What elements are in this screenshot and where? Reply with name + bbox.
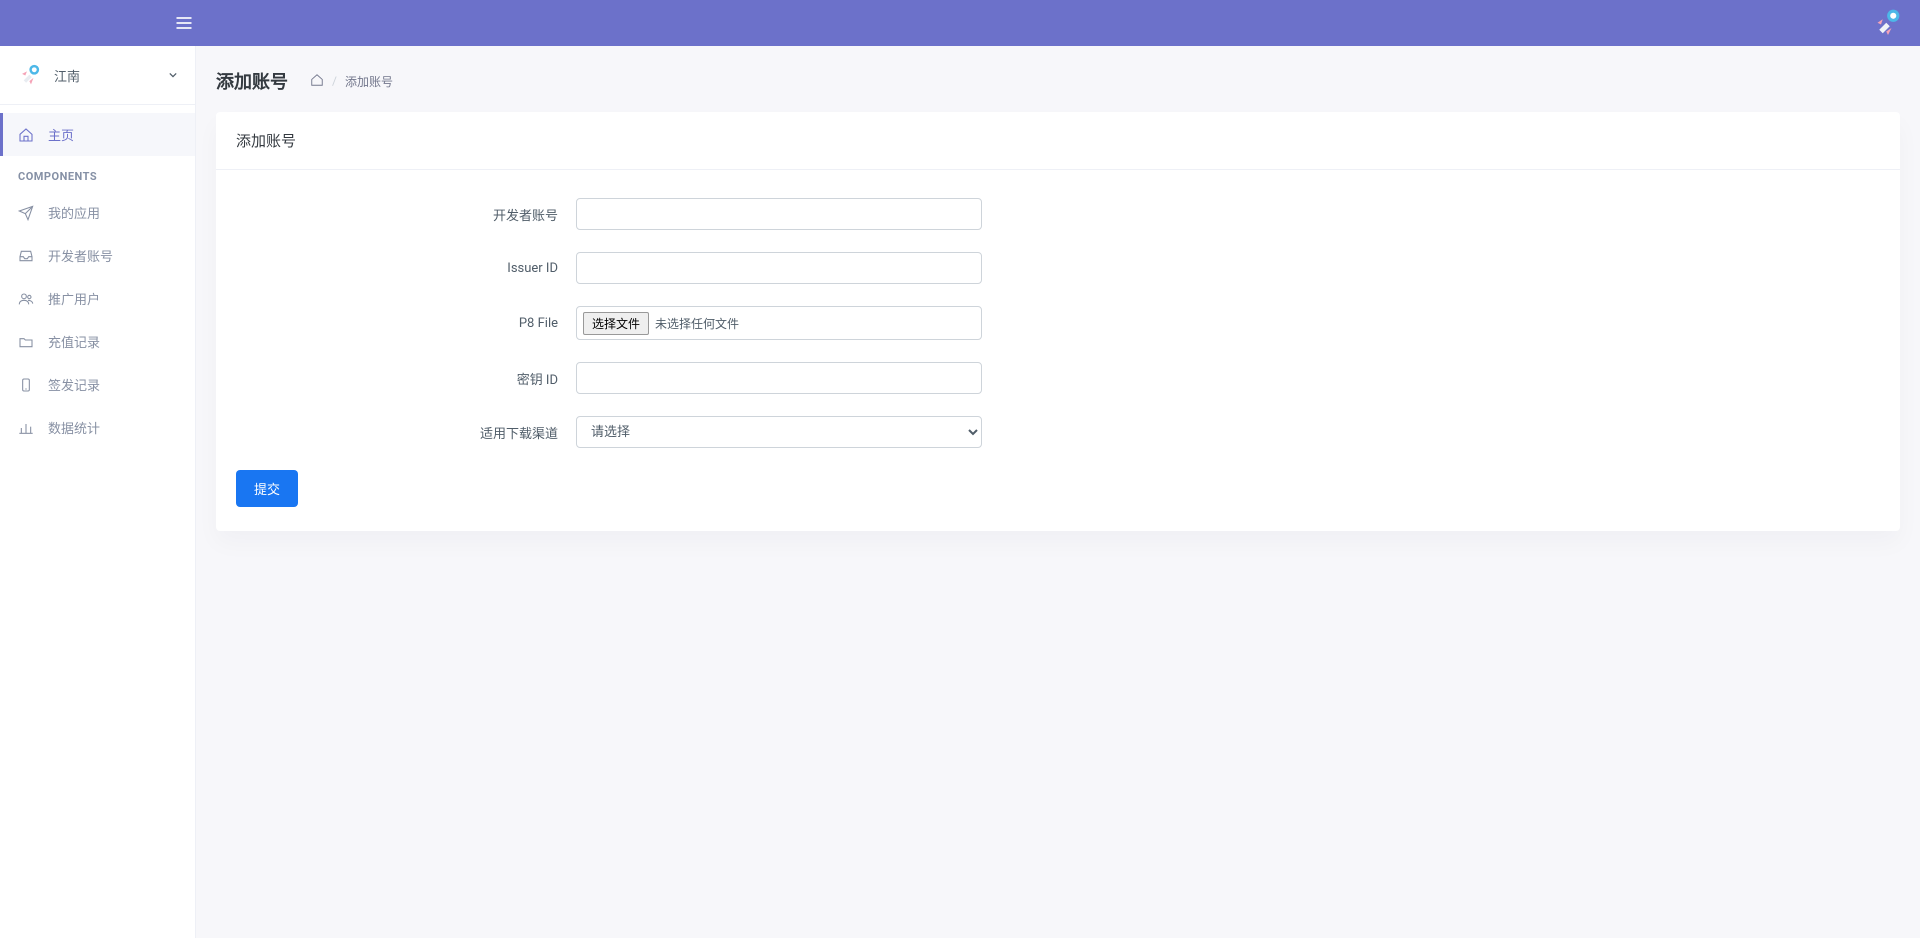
nav-list: 主页 COMPONENTS 我的应用 开发者账号 推广用户 — [0, 105, 195, 449]
users-icon — [18, 291, 34, 307]
choose-file-button[interactable]: 选择文件 — [583, 312, 649, 335]
p8-file-label: P8 File — [236, 316, 576, 331]
form-row-channel: 适用下载渠道 请选择 — [236, 416, 1880, 448]
submit-button[interactable]: 提交 — [236, 470, 298, 507]
sidebar-item-myapps[interactable]: 我的应用 — [0, 191, 195, 234]
paper-plane-icon — [18, 205, 34, 221]
menu-toggle-button[interactable] — [174, 13, 194, 33]
sidebar-item-label: 我的应用 — [48, 203, 100, 222]
card-header: 添加账号 — [216, 112, 1900, 170]
home-icon — [310, 73, 324, 87]
form-row-issuer-id: Issuer ID — [236, 252, 1880, 284]
rocket-icon[interactable] — [1874, 7, 1902, 39]
developer-account-input[interactable] — [576, 198, 982, 230]
sidebar-item-recharge[interactable]: 充值记录 — [0, 320, 195, 363]
issuer-id-input[interactable] — [576, 252, 982, 284]
sidebar-section-title: COMPONENTS — [0, 156, 195, 191]
home-icon — [18, 127, 34, 143]
topbar-right — [1874, 7, 1902, 39]
sidebar-item-home[interactable]: 主页 — [0, 113, 195, 156]
sidebar-item-label: 充值记录 — [48, 332, 100, 351]
breadcrumb-home[interactable] — [310, 73, 324, 90]
form-row-key-id: 密钥 ID — [236, 362, 1880, 394]
key-id-input[interactable] — [576, 362, 982, 394]
sidebar-item-label: 开发者账号 — [48, 246, 113, 265]
channel-label: 适用下载渠道 — [236, 423, 576, 442]
topbar — [0, 0, 1920, 46]
sidebar-item-devaccount[interactable]: 开发者账号 — [0, 234, 195, 277]
form-row-developer-account: 开发者账号 — [236, 198, 1880, 230]
issuer-id-label: Issuer ID — [236, 261, 576, 276]
sidebar-item-label: 签发记录 — [48, 375, 100, 394]
developer-account-label: 开发者账号 — [236, 205, 576, 224]
card-body: 开发者账号 Issuer ID P8 File 选择文件 未选择任何文件 — [216, 170, 1900, 531]
file-placeholder-text: 未选择任何文件 — [655, 315, 739, 332]
sidebar-item-label: 推广用户 — [48, 289, 100, 308]
key-id-label: 密钥 ID — [236, 369, 576, 388]
chevron-down-icon — [169, 71, 177, 79]
user-dropdown[interactable]: 江南 — [0, 46, 195, 105]
main-content: 添加账号 / 添加账号 添加账号 开发者账号 Issuer ID — [196, 46, 1920, 553]
sidebar-item-users[interactable]: 推广用户 — [0, 277, 195, 320]
page-title: 添加账号 — [216, 68, 288, 94]
sidebar-logo-area — [18, 0, 214, 46]
breadcrumb: / 添加账号 — [310, 73, 393, 90]
device-icon — [18, 377, 34, 393]
sidebar-item-issued[interactable]: 签发记录 — [0, 363, 195, 406]
breadcrumb-current: 添加账号 — [345, 73, 393, 90]
user-name: 江南 — [54, 66, 80, 85]
hamburger-icon — [174, 13, 194, 33]
sidebar: 江南 主页 COMPONENTS 我的应用 开发者账号 — [0, 46, 196, 938]
folder-icon — [18, 334, 34, 350]
bar-chart-icon — [18, 420, 34, 436]
page-header: 添加账号 / 添加账号 — [216, 68, 1900, 94]
sidebar-item-label: 数据统计 — [48, 418, 100, 437]
avatar-rocket-icon — [18, 60, 44, 90]
form-row-p8-file: P8 File 选择文件 未选择任何文件 — [236, 306, 1880, 340]
user-info: 江南 — [18, 60, 80, 90]
sidebar-item-label: 主页 — [48, 125, 74, 144]
sidebar-item-stats[interactable]: 数据统计 — [0, 406, 195, 449]
inbox-icon — [18, 248, 34, 264]
channel-select[interactable]: 请选择 — [576, 416, 982, 448]
card-add-account: 添加账号 开发者账号 Issuer ID P8 File 选择文件 — [216, 112, 1900, 531]
p8-file-input[interactable]: 选择文件 未选择任何文件 — [576, 306, 982, 340]
breadcrumb-separator: / — [332, 74, 337, 88]
